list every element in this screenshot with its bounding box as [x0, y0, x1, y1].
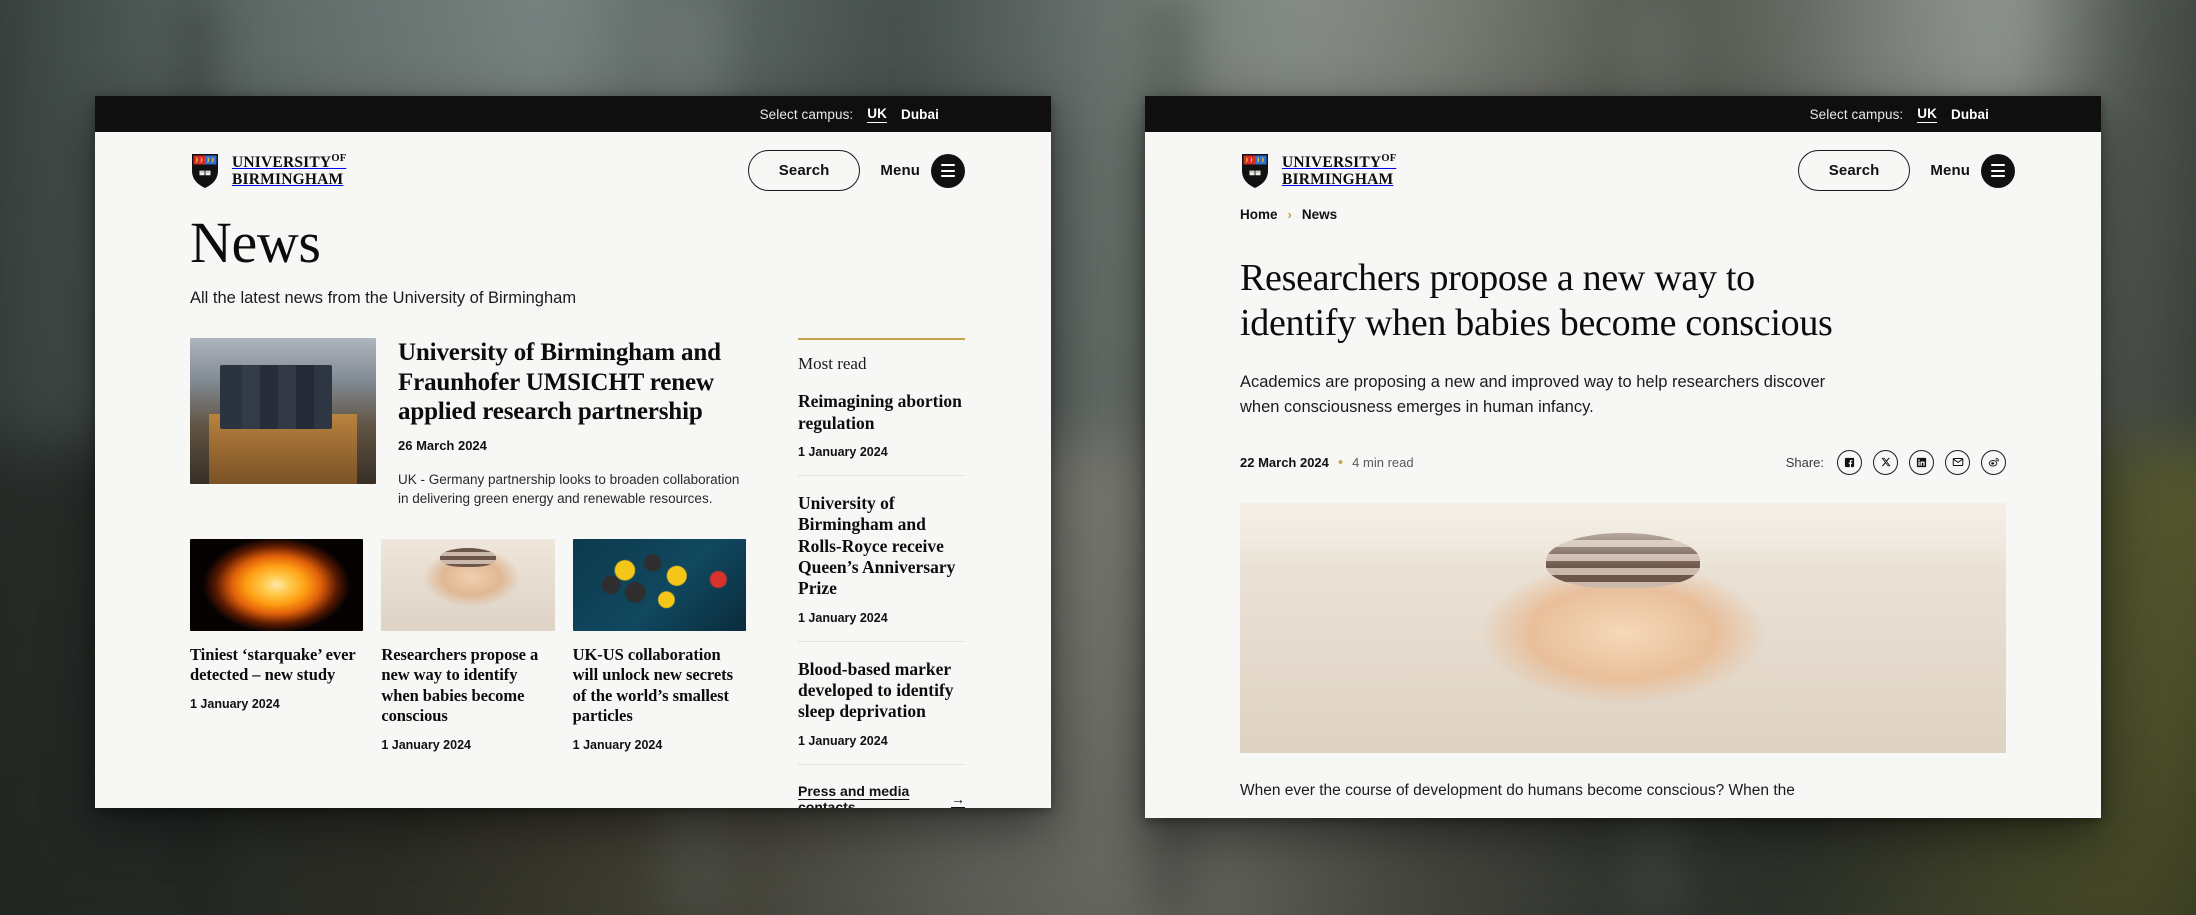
wordmark-line-1: UNIVERSITYOF	[1282, 152, 1397, 171]
browser-window-article[interactable]: Select campus: UK Dubai UNIVERSITYOF BIR…	[1145, 96, 2101, 818]
linkedin-icon[interactable]	[1909, 449, 1934, 475]
article-date: 22 March 2024	[1240, 454, 1329, 470]
feature-excerpt: UK - Germany partnership looks to broade…	[398, 471, 740, 507]
most-read-title[interactable]: University of Birmingham and Rolls-Royce…	[798, 493, 965, 600]
press-and-media-contacts-link[interactable]: Press and media contacts →	[798, 783, 965, 808]
facebook-icon[interactable]	[1837, 449, 1862, 475]
x-twitter-icon[interactable]	[1873, 449, 1898, 475]
most-read-item[interactable]: Blood-based marker developed to identify…	[798, 642, 965, 765]
university-crest-icon	[192, 153, 218, 188]
campus-link-dubai[interactable]: Dubai	[1951, 107, 1989, 122]
menu-label: Menu	[880, 162, 920, 179]
article-body-paragraph: When ever the course of development do h…	[1240, 781, 1795, 799]
site-logo[interactable]: UNIVERSITYOF BIRMINGHAM	[1240, 152, 1396, 188]
card-title[interactable]: Researchers propose a new way to identif…	[381, 645, 554, 727]
weibo-icon[interactable]	[1981, 449, 2006, 475]
card-thumbnail-starquake	[190, 538, 364, 631]
card-date: 1 January 2024	[572, 737, 663, 752]
feature-title[interactable]: University of Birmingham and Fraunhofer …	[398, 338, 746, 427]
press-link-label: Press and media contacts	[798, 782, 910, 808]
most-read-date: 1 January 2024	[798, 610, 888, 625]
page-subtitle: All the latest news from the University …	[190, 289, 577, 308]
article-card[interactable]: Tiniest ‘starquake’ ever detected – new …	[190, 538, 364, 752]
wordmark: UNIVERSITYOF BIRMINGHAM	[232, 152, 346, 188]
site-header: UNIVERSITYOF BIRMINGHAM Search Menu	[1145, 132, 2101, 205]
wordmark-line-2: BIRMINGHAM	[1282, 170, 1394, 188]
wordmark-line-2: BIRMINGHAM	[232, 170, 344, 188]
utility-bar: Select campus: UK Dubai	[95, 96, 1051, 132]
article-read-time: 4 min read	[1352, 454, 1414, 470]
article-hero-image	[1240, 502, 2006, 753]
feature-thumbnail	[190, 338, 376, 485]
menu-label: Menu	[1930, 162, 1970, 179]
search-button[interactable]: Search	[747, 150, 861, 191]
most-read-item[interactable]: University of Birmingham and Rolls-Royce…	[798, 476, 965, 642]
most-read-item[interactable]: Reimagining abortion regulation 1 Januar…	[798, 374, 965, 476]
site-header: UNIVERSITYOF BIRMINGHAM Search Menu	[95, 132, 1051, 205]
news-column-main: University of Birmingham and Fraunhofer …	[190, 338, 746, 808]
header-actions: Search Menu	[1797, 150, 2015, 191]
arrow-right-icon: →	[951, 790, 965, 807]
article-card-row: Tiniest ‘starquake’ ever detected – new …	[190, 538, 746, 752]
meta-separator-dot: •	[1337, 453, 1344, 471]
card-thumbnail-baby	[381, 538, 555, 631]
most-read-heading: Most read	[798, 354, 867, 374]
hamburger-icon[interactable]	[931, 153, 965, 188]
select-campus-label: Select campus:	[1809, 106, 1904, 122]
breadcrumb-item-home[interactable]: Home	[1240, 207, 1278, 222]
most-read-title[interactable]: Blood-based marker developed to identify…	[798, 659, 965, 723]
browser-window-news[interactable]: Select campus: UK Dubai UNIVERSITYOF BIR…	[95, 96, 1051, 808]
select-campus-label: Select campus:	[759, 106, 854, 122]
feature-article[interactable]: University of Birmingham and Fraunhofer …	[190, 338, 746, 509]
utility-bar: Select campus: UK Dubai	[1145, 96, 2101, 132]
wordmark: UNIVERSITYOF BIRMINGHAM	[1282, 152, 1396, 188]
article-main: Researchers propose a new way to identif…	[1145, 222, 2101, 803]
header-actions: Search Menu	[747, 150, 965, 191]
hamburger-icon[interactable]	[1981, 153, 2015, 188]
article-standfirst: Academics are proposing a new and improv…	[1240, 373, 1826, 417]
breadcrumb: Home › News	[1145, 205, 2101, 222]
campus-link-dubai[interactable]: Dubai	[901, 107, 939, 122]
news-main: News All the latest news from the Univer…	[95, 205, 1051, 808]
article-meta: 22 March 2024 • 4 min read	[1240, 455, 1414, 470]
article-card[interactable]: UK-US collaboration will unlock new secr…	[572, 538, 746, 752]
wordmark-line-1: UNIVERSITYOF	[232, 152, 347, 171]
article-title: Researchers propose a new way to identif…	[1240, 257, 1833, 345]
chevron-right-icon: ›	[1287, 207, 1292, 222]
feature-text: University of Birmingham and Fraunhofer …	[398, 338, 746, 509]
card-date: 1 January 2024	[381, 737, 471, 752]
share-bar: Share:	[1785, 449, 2006, 475]
breadcrumb-item-news[interactable]: News	[1302, 207, 1337, 222]
menu-toggle[interactable]: Menu	[880, 153, 965, 188]
article-meta-row: 22 March 2024 • 4 min read Share:	[1240, 449, 2006, 475]
share-label: Share:	[1785, 454, 1824, 470]
email-icon[interactable]	[1945, 449, 1970, 475]
most-read-panel: Most read Reimagining abortion regulatio…	[798, 338, 965, 808]
site-logo[interactable]: UNIVERSITYOF BIRMINGHAM	[190, 152, 346, 188]
most-read-date: 1 January 2024	[798, 445, 888, 459]
article-card[interactable]: Researchers propose a new way to identif…	[381, 538, 555, 752]
card-title[interactable]: UK-US collaboration will unlock new secr…	[573, 645, 746, 727]
most-read-date: 1 January 2024	[798, 733, 888, 748]
most-read-title[interactable]: Reimagining abortion regulation	[798, 391, 965, 434]
card-thumbnail-atom	[572, 538, 746, 631]
search-button[interactable]: Search	[1797, 150, 1911, 191]
page-title: News	[190, 210, 321, 275]
card-title[interactable]: Tiniest ‘starquake’ ever detected – new …	[190, 645, 363, 686]
card-date: 1 January 2024	[190, 696, 280, 711]
campus-link-uk[interactable]: UK	[867, 106, 887, 123]
menu-toggle[interactable]: Menu	[1930, 153, 2015, 188]
campus-link-uk[interactable]: UK	[1917, 106, 1937, 123]
university-crest-icon	[1242, 153, 1268, 188]
news-grid: University of Birmingham and Fraunhofer …	[190, 338, 965, 808]
feature-date: 26 March 2024	[398, 437, 487, 453]
